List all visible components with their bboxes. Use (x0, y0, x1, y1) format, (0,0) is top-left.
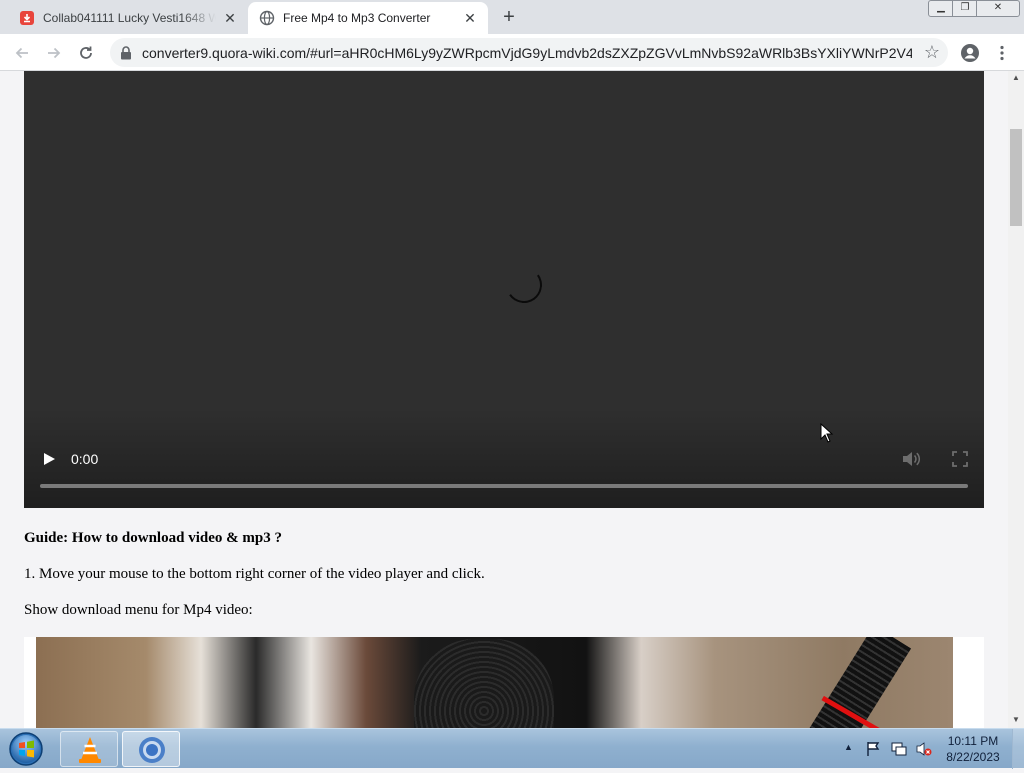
scroll-down-icon[interactable]: ▼ (1012, 715, 1020, 724)
play-icon[interactable] (42, 452, 56, 466)
lock-icon (120, 46, 132, 65)
start-button[interactable] (6, 731, 46, 767)
guide-subtitle: Show download menu for Mp4 video: (24, 602, 253, 618)
page-scrollbar[interactable]: ▲ ▼ (1008, 71, 1024, 728)
arrow-right-icon (48, 47, 61, 59)
video-progress-bar[interactable] (40, 484, 968, 488)
guide-screenshot-image (24, 637, 984, 728)
close-window-button[interactable]: ✕ (976, 0, 1020, 17)
mouse-cursor-icon (820, 423, 834, 443)
minimize-button[interactable]: ▁ (928, 0, 954, 17)
tray-overflow-icon[interactable]: ▲ (844, 742, 860, 758)
video-player[interactable]: 0:00 (24, 71, 984, 508)
back-button[interactable] (10, 41, 34, 65)
tab-collab[interactable]: Collab041111 Lucky Vesti1648 W ✕ (8, 2, 248, 34)
loading-spinner-icon (503, 264, 545, 306)
scroll-up-icon[interactable]: ▲ (1012, 73, 1020, 82)
tab-title: Free Mp4 to Mp3 Converter (283, 11, 431, 25)
url-text[interactable]: converter9.quora-wiki.com/#url=aHR0cHM6L… (142, 45, 912, 61)
bookmark-star-icon[interactable]: ☆ (924, 42, 940, 63)
chrome-icon (139, 737, 165, 763)
taskbar-vlc[interactable] (60, 731, 118, 767)
tab-title: Collab041111 Lucky Vesti1648 W (43, 11, 216, 25)
guide-heading: Guide: How to download video & mp3 ? (24, 530, 282, 546)
scrollbar-thumb[interactable] (1010, 129, 1022, 226)
microphone-image (414, 639, 554, 728)
forward-button[interactable] (42, 41, 66, 65)
taskbar-chrome[interactable] (122, 731, 180, 767)
show-desktop-button[interactable] (1012, 729, 1024, 769)
clock-date: 8/22/2023 (946, 750, 1000, 764)
close-tab-icon[interactable]: ✕ (462, 10, 478, 26)
tab-converter[interactable]: Free Mp4 to Mp3 Converter ✕ (248, 2, 488, 34)
tab-strip: Collab041111 Lucky Vesti1648 W ✕ Free Mp… (0, 0, 1024, 34)
download-icon (19, 10, 35, 26)
close-tab-icon[interactable]: ✕ (222, 10, 238, 26)
menu-button[interactable] (990, 41, 1014, 65)
new-tab-button[interactable]: + (498, 7, 520, 29)
vlc-icon (79, 737, 101, 763)
account-icon (961, 44, 979, 62)
windows-logo-icon (9, 732, 43, 766)
arrow-left-icon (15, 47, 28, 59)
fullscreen-icon[interactable] (952, 451, 968, 467)
volume-icon[interactable] (902, 451, 920, 467)
profile-button[interactable] (958, 41, 982, 65)
reload-icon (80, 46, 92, 59)
action-center-flag-icon[interactable] (866, 741, 882, 757)
guide-step-1: 1. Move your mouse to the bottom right c… (24, 566, 485, 582)
page-viewport: 0:00 Guide: How to download video & mp3 … (0, 71, 1008, 728)
system-clock[interactable]: 10:11 PM 8/22/2023 (938, 733, 1008, 765)
volume-muted-icon[interactable] (916, 741, 932, 757)
mic-stand-image (804, 637, 912, 728)
windows-taskbar: ▲ 10:11 PM 8/22/2023 (0, 728, 1024, 769)
maximize-button[interactable]: ❐ (952, 0, 978, 17)
address-bar[interactable]: converter9.quora-wiki.com/#url=aHR0cHM6L… (110, 38, 948, 67)
globe-icon (259, 10, 275, 26)
video-time: 0:00 (71, 451, 99, 467)
more-vert-icon (1000, 45, 1004, 61)
reload-button[interactable] (74, 41, 98, 65)
clock-time: 10:11 PM (947, 734, 999, 748)
browser-toolbar: converter9.quora-wiki.com/#url=aHR0cHM6L… (0, 34, 1024, 71)
network-icon[interactable] (891, 741, 907, 757)
